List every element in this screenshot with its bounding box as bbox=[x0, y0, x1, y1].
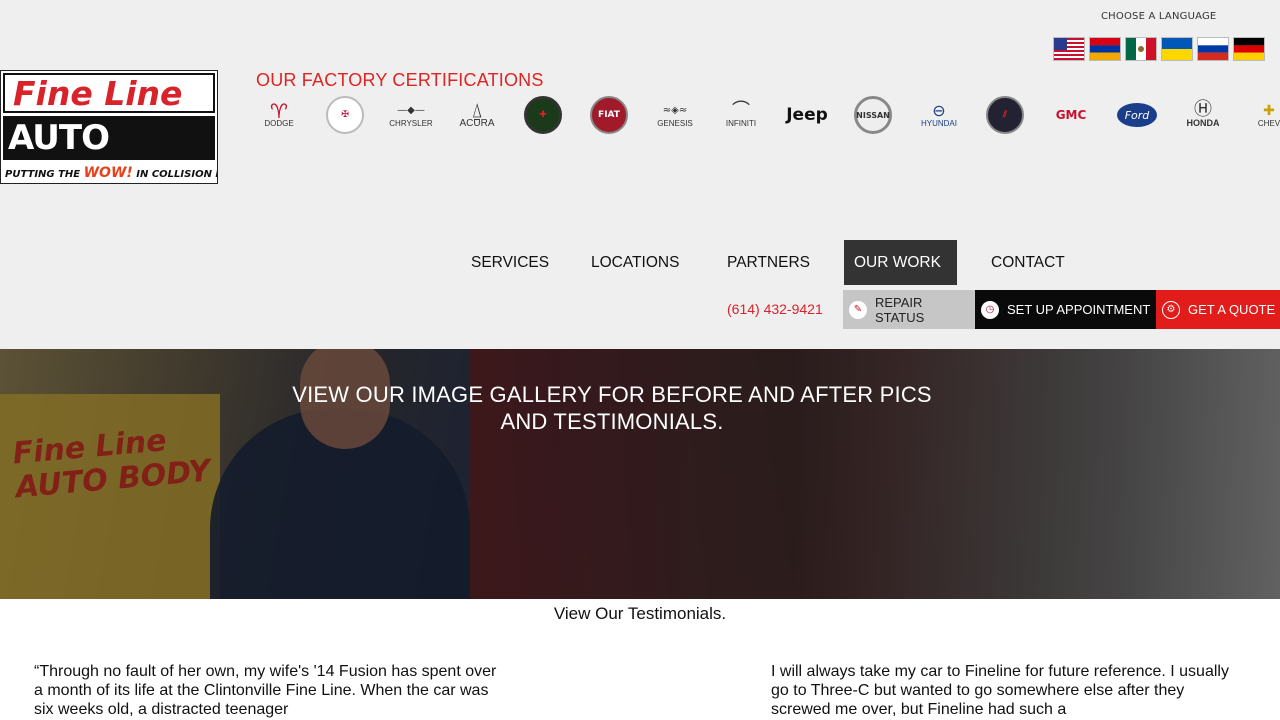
brand-name: ACURA bbox=[459, 117, 495, 129]
alfa-romeo-logo: ✚ bbox=[520, 92, 566, 138]
chrysler-logo: —◆— CHRYSLER bbox=[388, 92, 434, 138]
repair-status-label: REPAIR STATUS bbox=[874, 294, 925, 325]
phone-link[interactable]: (614) 432-9421 bbox=[727, 301, 823, 317]
buick-icon: ⫽ bbox=[986, 96, 1024, 134]
quote-button[interactable]: ⚙ GET A QUOTE bbox=[1156, 290, 1280, 329]
nav-contact[interactable]: CONTACT bbox=[981, 240, 1075, 285]
jeep-wordmark: Jeep bbox=[786, 105, 828, 125]
gmc-wordmark: GMC bbox=[1055, 108, 1087, 122]
testimonial-right: I will always take my car to Fineline fo… bbox=[771, 663, 1229, 718]
logo-line1: Fine Line bbox=[13, 74, 183, 113]
nav-locations[interactable]: LOCATIONS bbox=[581, 240, 689, 285]
nav-partners[interactable]: PARTNERS bbox=[717, 240, 820, 285]
certifications-title: OUR FACTORY CERTIFICATIONS bbox=[256, 70, 544, 90]
logo-tag-pre: PUTTING THE bbox=[5, 169, 81, 180]
genesis-logo: ≈◈≈ GENESIS bbox=[652, 92, 698, 138]
nissan-logo: NISSAN bbox=[850, 92, 896, 138]
brand-name: DODGE bbox=[264, 118, 294, 128]
repair-status-button[interactable]: ✎ REPAIR STATUS bbox=[843, 290, 975, 329]
brand-name: CHEV bbox=[1257, 118, 1280, 128]
armenia-flag-icon[interactable] bbox=[1089, 37, 1121, 61]
chevrolet-logo: ✚ CHEV bbox=[1246, 92, 1280, 138]
language-flags bbox=[1053, 37, 1265, 61]
honda-logo: Ⓗ HONDA bbox=[1180, 92, 1226, 138]
site-logo[interactable]: Fine Line AUTO BODY PUTTING THE WOW! IN … bbox=[0, 70, 218, 184]
logo-tag-post: IN COLLISION REPAIR bbox=[136, 169, 217, 180]
dodge-logo: ♈ DODGE bbox=[256, 92, 302, 138]
gmc-logo: GMC bbox=[1048, 92, 1094, 138]
quote-label: GET A QUOTE bbox=[1188, 302, 1276, 317]
logo-tagline: PUTTING THE WOW! IN COLLISION REPAIR bbox=[3, 163, 217, 183]
infiniti-logo: ⌒ INFINITI bbox=[718, 92, 764, 138]
ford-icon: Ford bbox=[1117, 103, 1157, 127]
ukraine-flag-icon[interactable] bbox=[1161, 37, 1193, 61]
chrysler-wings-icon: —◆— bbox=[397, 104, 425, 116]
logo-mid: AUTO BODY bbox=[3, 116, 215, 183]
russia-flag-icon[interactable] bbox=[1197, 37, 1229, 61]
brand-name: CHRYSLER bbox=[389, 118, 433, 128]
brand-name: INFINITI bbox=[725, 118, 757, 128]
brand-name: GENESIS bbox=[657, 118, 693, 128]
acura-icon: ⍙ bbox=[471, 97, 483, 122]
testimonials-title: View Our Testimonials. bbox=[553, 604, 727, 623]
gear-icon: ⚙ bbox=[1162, 300, 1180, 319]
ford-logo: Ford bbox=[1114, 92, 1160, 138]
fiat-logo: FIAT bbox=[586, 92, 632, 138]
cadillac-icon: ✠ bbox=[326, 96, 364, 134]
nav-services[interactable]: SERVICES bbox=[461, 240, 559, 285]
cadillac-logo: ✠ bbox=[322, 92, 368, 138]
nav-our-work[interactable]: OUR WORK bbox=[844, 240, 957, 285]
fiat-icon: FIAT bbox=[590, 96, 628, 134]
wrench-icon: ✎ bbox=[849, 300, 867, 319]
nissan-icon: NISSAN bbox=[854, 96, 892, 134]
brand-name: HONDA bbox=[1186, 118, 1220, 128]
brand-logos: ♈ DODGE ✠ —◆— CHRYSLER ⍙ ACURA ✚ FIAT ≈◈… bbox=[256, 92, 1280, 140]
genesis-wings-icon: ≈◈≈ bbox=[662, 104, 688, 116]
hyundai-icon: ⊖ bbox=[932, 100, 946, 120]
logo-top: Fine Line bbox=[3, 73, 215, 113]
honda-icon: Ⓗ bbox=[1194, 99, 1212, 120]
appointment-button[interactable]: ◷ SET UP APPOINTMENT bbox=[975, 290, 1156, 329]
germany-flag-icon[interactable] bbox=[1233, 37, 1265, 61]
hyundai-logo: ⊖ HYUNDAI bbox=[916, 92, 962, 138]
language-label: CHOOSE A LANGUAGE bbox=[1101, 11, 1217, 22]
logo-tag-wow: WOW! bbox=[83, 165, 133, 181]
ram-icon: ♈ bbox=[270, 98, 288, 123]
brand-name: HYUNDAI bbox=[920, 118, 957, 128]
us-flag-icon[interactable] bbox=[1053, 37, 1085, 61]
clock-icon: ◷ bbox=[981, 300, 999, 319]
chevrolet-icon: ✚ bbox=[1263, 102, 1275, 119]
testimonial-left: “Through no fault of her own, my wife's … bbox=[34, 663, 497, 718]
appointment-label: SET UP APPOINTMENT bbox=[1007, 302, 1151, 317]
acura-logo: ⍙ ACURA bbox=[454, 92, 500, 138]
hero-heading: VIEW OUR IMAGE GALLERY FOR BEFORE AND AF… bbox=[292, 382, 932, 434]
infiniti-icon: ⌒ bbox=[732, 99, 750, 121]
jeep-logo: Jeep bbox=[784, 92, 830, 138]
buick-logo: ⫽ bbox=[982, 92, 1028, 138]
alfa-romeo-icon: ✚ bbox=[524, 96, 562, 134]
mexico-flag-icon[interactable] bbox=[1125, 37, 1157, 61]
